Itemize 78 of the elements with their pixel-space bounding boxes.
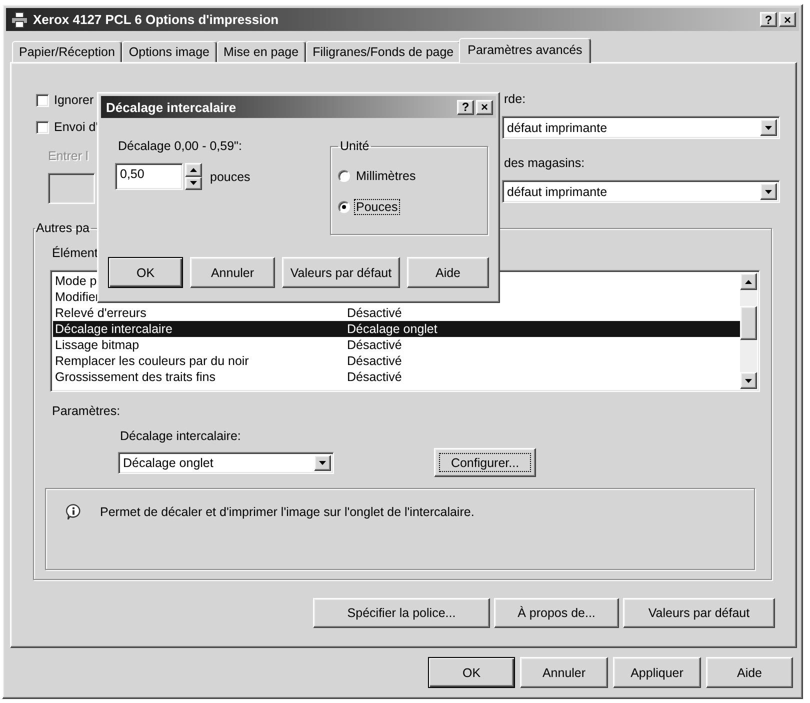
dialog-button[interactable]: Aide bbox=[407, 257, 489, 288]
section-label: Paramètres: bbox=[52, 404, 120, 418]
radio-button[interactable] bbox=[338, 170, 350, 182]
caret-down-icon bbox=[319, 460, 326, 464]
dialog-button[interactable]: OK bbox=[428, 657, 515, 688]
info-text: Permet de décaler et d'imprimer l'image sur l'onglet de l'intercalaire. bbox=[100, 505, 474, 519]
list-cell-text: Relevé d'erreurs bbox=[54, 306, 148, 320]
tab[interactable]: Filigranes/Fonds de page bbox=[306, 41, 461, 62]
configure-button[interactable]: Configurer... bbox=[434, 448, 536, 477]
close-button[interactable]: × bbox=[476, 100, 493, 114]
dialog-button[interactable]: Valeurs par défaut bbox=[623, 598, 775, 628]
caret-up-icon bbox=[190, 168, 197, 172]
list-cell: Désactivé bbox=[347, 354, 402, 368]
dropdown-field[interactable]: Décalage onglet bbox=[118, 452, 334, 474]
window-title: Xerox 4127 PCL 6 Options d'impression bbox=[33, 12, 279, 27]
spin-down-button[interactable] bbox=[185, 176, 202, 190]
list-row[interactable]: Relevé d'erreurs Désactivé bbox=[53, 305, 740, 321]
dropdown-field[interactable]: défaut imprimante bbox=[502, 180, 780, 203]
dropdown-button[interactable] bbox=[760, 183, 777, 200]
dialog-button[interactable]: Aide bbox=[706, 657, 793, 688]
tab[interactable]: Options image bbox=[122, 41, 217, 62]
dialog-title: Décalage intercalaire bbox=[106, 100, 236, 114]
list-label: Élément bbox=[52, 246, 98, 260]
dialog-button[interactable]: Valeurs par défaut bbox=[282, 257, 400, 288]
list-row[interactable]: Grossissement des traits fins Désactivé bbox=[53, 369, 740, 385]
scrollbar-thumb[interactable] bbox=[740, 306, 757, 340]
list-cell: Désactivé bbox=[347, 338, 402, 352]
unit-label: pouces bbox=[210, 170, 250, 184]
dialog-button[interactable]: Appliquer bbox=[613, 657, 701, 688]
list-cell-text: Grossissement des traits fins bbox=[54, 370, 216, 384]
checkbox-label: Ignorer bbox=[54, 93, 94, 107]
dialog-button[interactable]: OK bbox=[108, 257, 183, 288]
close-button[interactable]: × bbox=[779, 12, 796, 27]
field-label: Entrer l bbox=[48, 149, 88, 163]
field-label: rde: bbox=[503, 92, 527, 106]
field-label: des magasins: bbox=[503, 156, 586, 170]
field-label: Décalage intercalaire: bbox=[120, 429, 241, 443]
list-cell: Désactivé bbox=[347, 306, 402, 320]
spin-up-button[interactable] bbox=[185, 163, 202, 176]
help-button[interactable]: ? bbox=[760, 12, 777, 27]
caret-down-icon bbox=[190, 181, 197, 186]
radio-button[interactable] bbox=[338, 201, 350, 213]
list-cell-text: Remplacer les couleurs par du noir bbox=[54, 354, 250, 368]
radio-label: Millimètres bbox=[355, 168, 417, 184]
checkbox[interactable] bbox=[36, 120, 49, 134]
field-label: Décalage 0,00 - 0,59": bbox=[118, 139, 242, 153]
caret-down-icon bbox=[765, 190, 772, 194]
input-field[interactable]: 0,50 bbox=[115, 163, 183, 190]
dropdown-field[interactable]: défaut imprimante bbox=[502, 116, 780, 139]
scroll-down-button[interactable] bbox=[740, 372, 757, 389]
info-icon bbox=[66, 504, 81, 520]
group-title: Unité bbox=[339, 139, 370, 153]
scroll-up-button[interactable] bbox=[740, 273, 757, 290]
dialog-button[interactable]: Annuler bbox=[520, 657, 608, 688]
list-cell-text: Lissage bitmap bbox=[54, 338, 140, 352]
tab[interactable]: Mise en page bbox=[216, 41, 306, 62]
list-cell-text: Décalage intercalaire bbox=[54, 322, 174, 336]
list-cell: Désactivé bbox=[347, 370, 402, 384]
dialog-button[interactable]: Spécifier la police... bbox=[313, 598, 490, 628]
dropdown-button[interactable] bbox=[314, 454, 331, 470]
group-title: Autres pa bbox=[35, 221, 91, 235]
tab[interactable]: Papier/Réception bbox=[12, 41, 122, 62]
list-row[interactable]: Décalage intercalaire Décalage onglet bbox=[53, 321, 740, 337]
dialog-button[interactable]: Annuler bbox=[190, 257, 275, 288]
printer-icon bbox=[11, 12, 28, 28]
list-row[interactable]: Remplacer les couleurs par du noir Désactivé bbox=[53, 353, 740, 369]
list-cell: Décalage onglet bbox=[347, 322, 438, 336]
dropdown-button[interactable] bbox=[760, 119, 777, 136]
checkbox[interactable] bbox=[36, 94, 49, 106]
caret-down-icon bbox=[765, 126, 772, 130]
dialog-button[interactable]: À propos de... bbox=[494, 598, 619, 628]
radio-label: Pouces bbox=[354, 199, 400, 215]
list-cell-text: Modifier bbox=[54, 290, 100, 304]
caret-down-icon bbox=[745, 378, 752, 382]
help-button[interactable]: ? bbox=[457, 100, 474, 114]
tab[interactable]: Paramètres avancés bbox=[458, 38, 592, 63]
list-row[interactable]: Lissage bitmap Désactivé bbox=[53, 337, 740, 353]
caret-up-icon bbox=[745, 280, 752, 284]
